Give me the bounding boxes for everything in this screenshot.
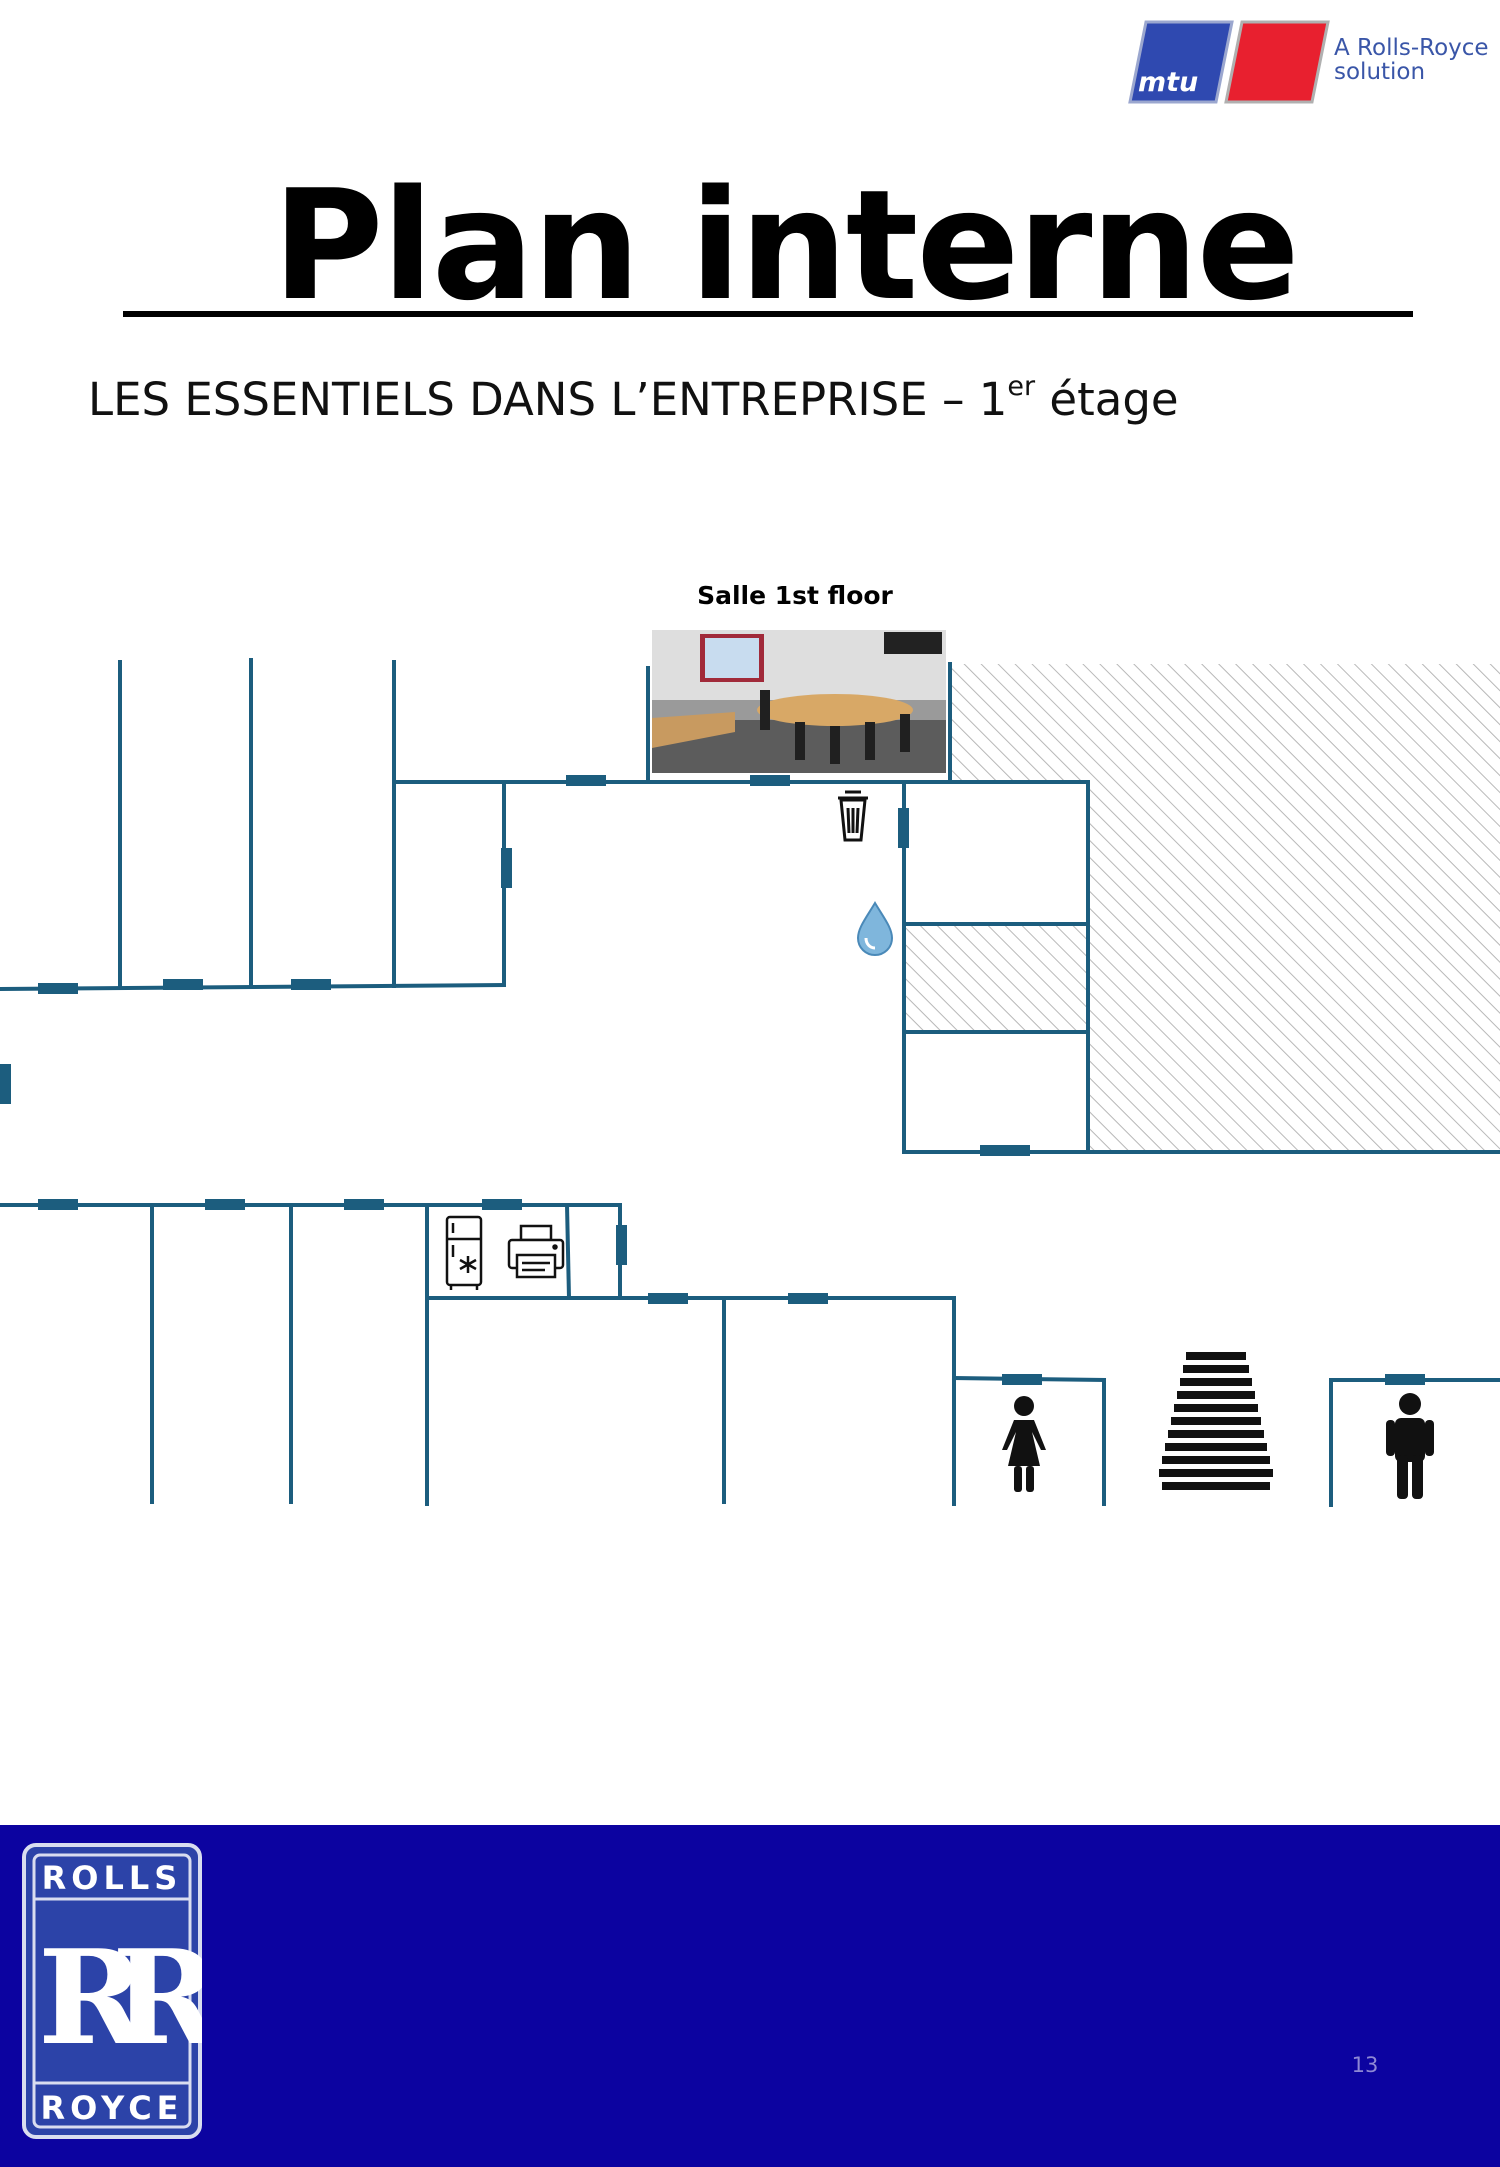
brand-tagline: A Rolls-Royce solution (1334, 36, 1489, 84)
badge-monogram: RR (38, 1921, 202, 2074)
stairs-icon (1159, 1352, 1273, 1490)
door (648, 1293, 688, 1304)
women-toilet-icon (1002, 1396, 1046, 1492)
men-toilet-icon (1386, 1393, 1434, 1499)
door (898, 808, 909, 848)
door (788, 1293, 828, 1304)
title-underline (123, 311, 1413, 317)
door (1385, 1374, 1425, 1385)
restricted-zone (950, 664, 1500, 1152)
water-drop-icon (856, 901, 894, 957)
badge-bottom-text: ROYCE (40, 2089, 183, 2127)
printer-icon (507, 1224, 565, 1279)
trash-icon (838, 790, 868, 842)
door (205, 1199, 245, 1210)
door (163, 979, 203, 990)
subtitle-text: LES ESSENTIELS DANS L’ENTREPRISE – 1 (88, 373, 1008, 426)
floor-plan (0, 630, 1500, 1507)
page-subtitle: LES ESSENTIELS DANS L’ENTREPRISE – 1er é… (88, 372, 1179, 428)
door (566, 775, 606, 786)
restricted-zone-small (904, 924, 1088, 1032)
door (0, 1064, 11, 1104)
door (38, 1199, 78, 1210)
door (38, 983, 78, 994)
door (482, 1199, 522, 1210)
door (616, 1225, 627, 1265)
badge-top-text: ROLLS (42, 1859, 183, 1897)
door (344, 1199, 384, 1210)
subtitle-suffix: étage (1035, 373, 1179, 426)
footer-band (0, 1825, 1500, 2167)
door (750, 775, 790, 786)
fridge-icon (445, 1215, 483, 1290)
mtu-logo-text: mtu (1138, 67, 1198, 98)
door (980, 1145, 1030, 1156)
brand-line-1: A Rolls-Royce (1334, 35, 1489, 61)
door (501, 848, 512, 888)
mtu-logo-red-block (1224, 20, 1330, 104)
rolls-royce-badge: ROLLS RR ROYCE (22, 1843, 202, 2139)
door (1002, 1374, 1042, 1385)
page-number: 13 (1351, 2053, 1379, 2077)
brand-line-2: solution (1334, 59, 1426, 85)
door (291, 979, 331, 990)
meeting-room-photo (652, 630, 946, 773)
subtitle-superscript: er (1007, 371, 1036, 402)
page-title: Plan interne (272, 157, 1300, 334)
